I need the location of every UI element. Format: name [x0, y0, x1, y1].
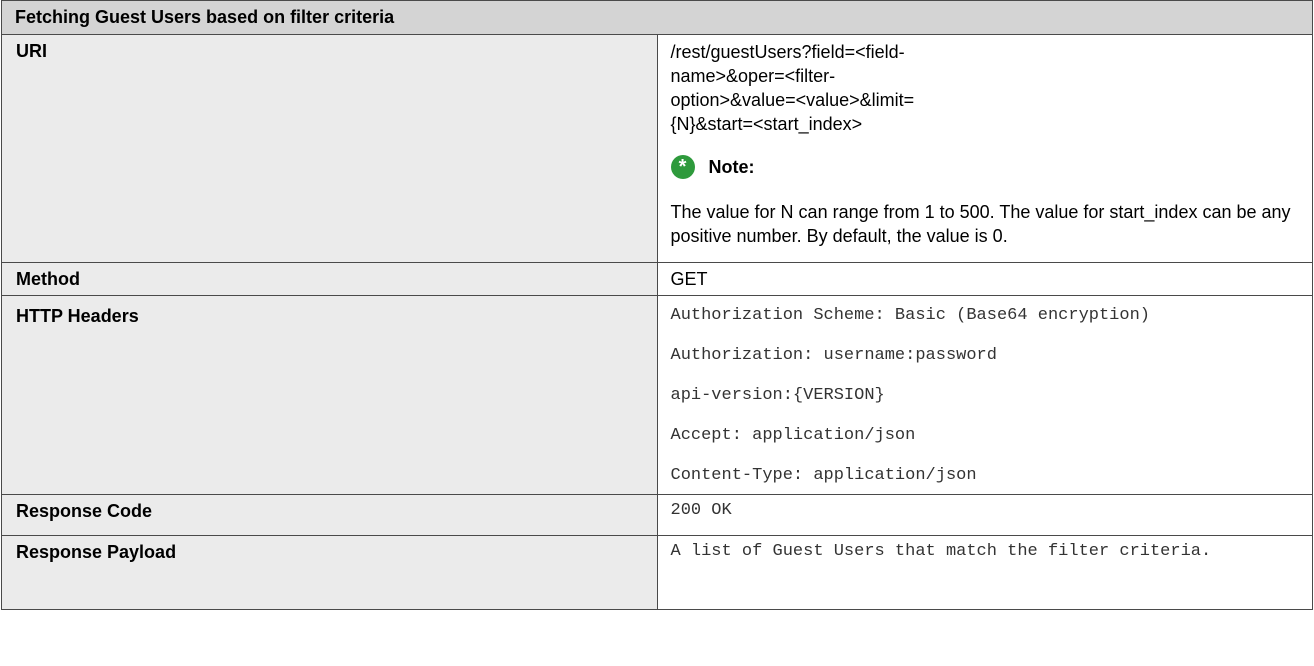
- http-headers-label: HTTP Headers: [1, 295, 658, 495]
- uri-value: /rest/guestUsers?field=<field-name>&oper…: [670, 42, 915, 134]
- header-line: Authorization: username:password: [670, 346, 997, 365]
- response-payload-label: Response Payload: [1, 535, 658, 610]
- table-row: Method GET: [1, 262, 1313, 296]
- header-line: Content-Type: application/json: [670, 466, 977, 485]
- method-value: GET: [656, 262, 1313, 296]
- table-row: HTTP Headers Authorization Scheme: Basic…: [1, 295, 1313, 495]
- header-line: api-version:{VERSION}: [670, 386, 885, 405]
- table-row: Response Payload A list of Guest Users t…: [1, 535, 1313, 610]
- uri-cell: /rest/guestUsers?field=<field-name>&oper…: [656, 34, 1313, 263]
- response-code-value: 200 OK: [656, 494, 1313, 536]
- uri-label: URI: [1, 34, 658, 263]
- note-text: The value for N can range from 1 to 500.…: [670, 202, 1291, 246]
- response-code-label: Response Code: [1, 494, 658, 536]
- header-line: Accept: application/json: [670, 426, 916, 445]
- note-heading: * Note:: [670, 153, 1299, 181]
- api-table: Fetching Guest Users based on filter cri…: [1, 0, 1313, 610]
- note-title: Note:: [708, 157, 755, 177]
- method-label: Method: [1, 262, 658, 296]
- response-payload-value: A list of Guest Users that match the fil…: [656, 535, 1313, 610]
- http-headers-cell: Authorization Scheme: Basic (Base64 encr…: [656, 295, 1313, 495]
- table-row: Response Code 200 OK: [1, 494, 1313, 536]
- header-line: Authorization Scheme: Basic (Base64 encr…: [670, 306, 1150, 325]
- asterisk-icon: *: [670, 155, 695, 179]
- table-row: URI /rest/guestUsers?field=<field-name>&…: [1, 34, 1313, 263]
- table-title: Fetching Guest Users based on filter cri…: [1, 0, 1313, 35]
